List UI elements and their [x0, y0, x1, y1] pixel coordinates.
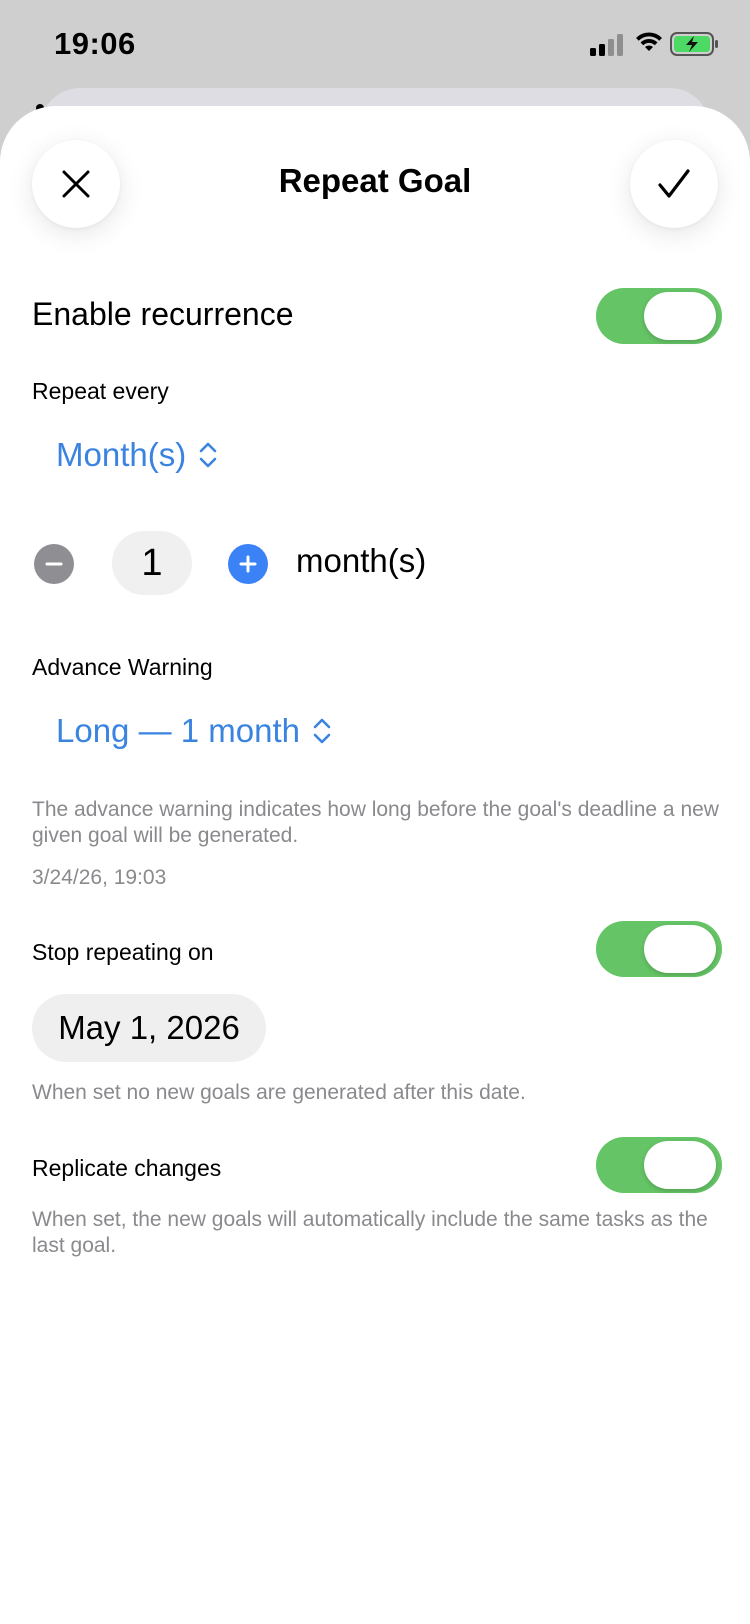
- repeat-count-value: 1: [112, 531, 192, 595]
- stop-date-picker[interactable]: May 1, 2026: [32, 994, 266, 1062]
- cellular-signal-icon: [590, 34, 623, 56]
- repeat-every-label: Repeat every: [32, 378, 169, 404]
- advance-warning-value: Long — 1 month: [56, 712, 300, 749]
- advance-warning-timestamp: 3/24/26, 19:03: [32, 866, 167, 889]
- replicate-changes-toggle[interactable]: [596, 1137, 722, 1193]
- increment-button[interactable]: [228, 544, 268, 584]
- stop-repeating-toggle[interactable]: [596, 921, 722, 977]
- advance-warning-hint: The advance warning indicates how long b…: [32, 798, 719, 847]
- toggle-knob: [644, 925, 716, 973]
- repeat-unit-text: month(s): [296, 542, 427, 579]
- stop-repeating-label: Stop repeating on: [32, 939, 214, 965]
- toggle-knob: [644, 292, 716, 340]
- chevron-up-down-icon: [313, 718, 331, 744]
- status-time: 19:06: [54, 26, 136, 61]
- advance-warning-picker[interactable]: Long — 1 month: [56, 712, 332, 750]
- minus-icon: [45, 562, 63, 566]
- repeat-unit-value: Month(s): [56, 436, 187, 473]
- enable-recurrence-toggle[interactable]: [596, 288, 722, 344]
- advance-warning-label: Advance Warning: [32, 654, 213, 680]
- toggle-knob: [644, 1141, 716, 1189]
- confirm-button[interactable]: [630, 140, 718, 228]
- enable-recurrence-label: Enable recurrence: [32, 296, 294, 332]
- status-bar: 19:06: [0, 0, 750, 90]
- stop-repeating-hint: When set no new goals are generated afte…: [32, 1081, 526, 1104]
- replicate-changes-hint: When set, the new goals will automatical…: [32, 1208, 708, 1257]
- wifi-icon: [636, 32, 662, 51]
- decrement-button[interactable]: [34, 544, 74, 584]
- repeat-unit-picker[interactable]: Month(s): [56, 436, 218, 474]
- chevron-up-down-icon: [199, 442, 217, 468]
- checkmark-icon: [658, 169, 690, 198]
- replicate-changes-label: Replicate changes: [32, 1155, 222, 1181]
- plus-icon: [239, 555, 257, 573]
- battery-charging-icon: [670, 32, 718, 56]
